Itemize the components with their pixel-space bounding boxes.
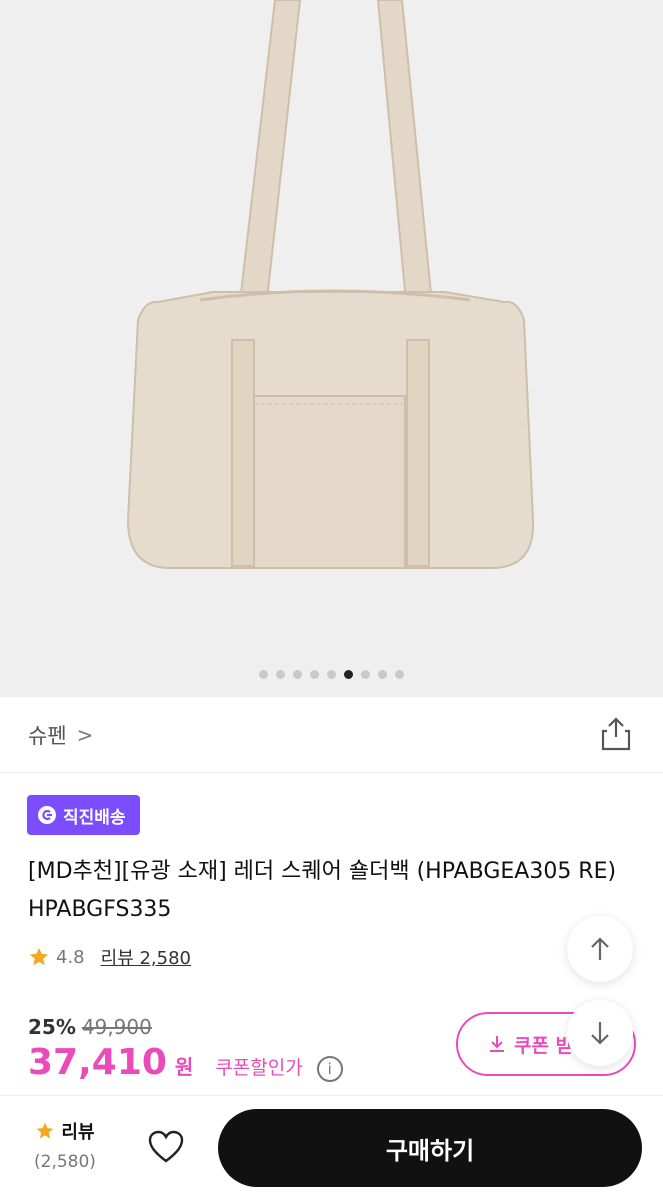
- bottom-action-bar: 리뷰 (2,580) 구매하기: [0, 1095, 663, 1200]
- product-title: [MD추천][유광 소재] 레더 스퀘어 숄더백 (HPABGEA305 RE)…: [28, 859, 617, 922]
- carousel-dot[interactable]: [378, 670, 387, 679]
- price-row: 37,410 원 쿠폰할인가 i: [28, 1042, 343, 1083]
- arrow-down-icon: [591, 1022, 609, 1045]
- rating-score: 4.8: [56, 946, 85, 968]
- chevron-right-icon: >: [76, 722, 94, 747]
- scroll-top-button[interactable]: [567, 916, 633, 982]
- review-link[interactable]: 리뷰 2,580: [101, 944, 191, 970]
- carousel-dot[interactable]: [259, 670, 268, 679]
- bottom-review-label-row: 리뷰: [35, 1118, 95, 1144]
- carousel-dot[interactable]: [293, 670, 302, 679]
- brand-link[interactable]: 슈펜 >: [28, 720, 93, 750]
- product-image-carousel[interactable]: [0, 0, 663, 697]
- rating-row: 4.8 리뷰 2,580: [28, 944, 191, 970]
- product-image: [126, 0, 535, 569]
- redirect-arrow-icon: [38, 806, 56, 824]
- carousel-dot[interactable]: [310, 670, 319, 679]
- original-price: 49,900: [81, 1015, 152, 1039]
- brand-name: 슈펜: [28, 723, 67, 748]
- share-icon[interactable]: [601, 717, 631, 751]
- coupon-price-label: 쿠폰할인가: [215, 1057, 303, 1079]
- bottom-review-button[interactable]: 리뷰 (2,580): [34, 1118, 96, 1172]
- bottom-review-label: 리뷰: [61, 1122, 95, 1143]
- heart-icon[interactable]: [148, 1130, 184, 1164]
- star-icon: [37, 1122, 54, 1139]
- download-icon: [490, 1036, 504, 1052]
- carousel-dot[interactable]: [361, 670, 370, 679]
- info-icon[interactable]: i: [316, 1056, 343, 1082]
- bottom-review-count: (2,580): [34, 1152, 96, 1172]
- current-price: 37,410: [28, 1042, 167, 1083]
- carousel-dot-active[interactable]: [344, 670, 353, 679]
- brand-row: 슈펜 >: [0, 697, 663, 773]
- carousel-dot[interactable]: [395, 670, 404, 679]
- coupon-button-label: 쿠폰 받: [514, 1034, 574, 1057]
- badge-label: 직진배송: [63, 807, 126, 828]
- carousel-indicator[interactable]: [0, 670, 663, 679]
- direct-delivery-badge: 직진배송: [27, 795, 140, 835]
- discount-row: 25% 49,900: [28, 1015, 152, 1039]
- carousel-dot[interactable]: [276, 670, 285, 679]
- arrow-up-icon: [591, 937, 609, 960]
- carousel-dot[interactable]: [327, 670, 336, 679]
- currency-unit: 원: [174, 1055, 194, 1079]
- discount-rate: 25%: [28, 1015, 76, 1039]
- star-icon: [29, 947, 49, 966]
- scroll-down-button[interactable]: [567, 1000, 633, 1066]
- buy-button[interactable]: 구매하기: [218, 1109, 642, 1187]
